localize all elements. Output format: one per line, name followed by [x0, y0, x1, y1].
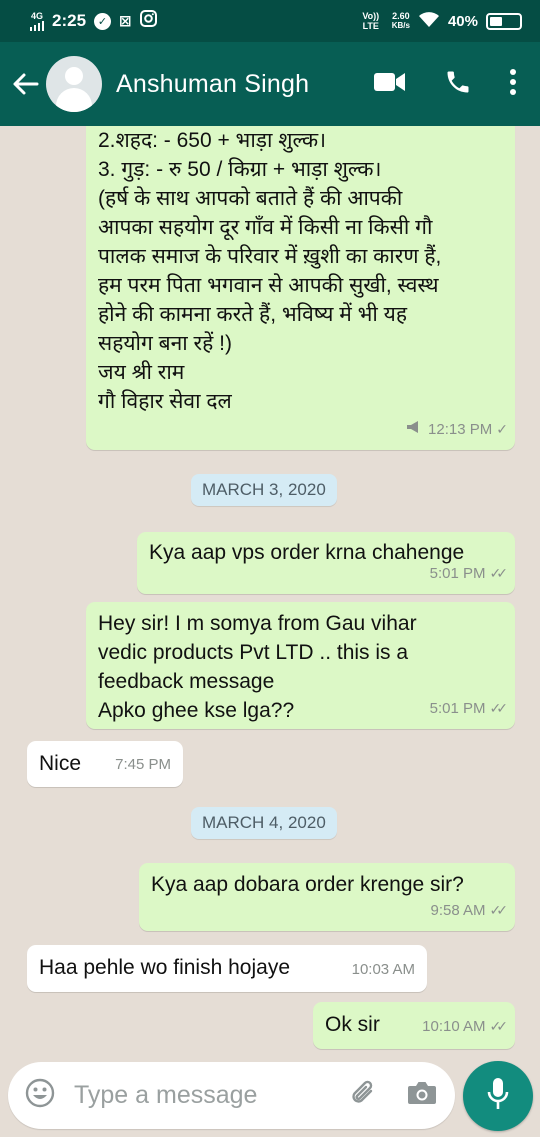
message-time: 9:58 AM: [430, 902, 486, 919]
double-check-icon: ✓✓: [489, 700, 509, 716]
back-arrow-icon[interactable]: [10, 72, 40, 96]
voice-call-icon[interactable]: [444, 68, 472, 101]
message-bubble-outgoing[interactable]: 2.शहद: - 650 + भाड़ा शुल्क। 3. गुड़: - र…: [86, 126, 515, 450]
battery-icon: [486, 12, 522, 30]
message-bubble-outgoing[interactable]: Kya aap vps order krna chahenge 5:01 PM …: [137, 532, 515, 594]
camera-icon[interactable]: [407, 1080, 437, 1111]
message-bubble-incoming[interactable]: Nice 7:45 PM: [27, 741, 183, 787]
more-options-icon[interactable]: [510, 68, 516, 100]
sent-check-icon: ✓: [496, 421, 508, 437]
volte-indicator: Vo)) LTE: [362, 11, 380, 31]
network-speed: 2.60 KB/s: [392, 11, 410, 31]
double-check-icon: ✓✓: [489, 1018, 509, 1034]
date-separator: MARCH 3, 2020: [191, 474, 337, 506]
contact-avatar[interactable]: [46, 56, 102, 112]
sim-icon: ⊠: [119, 13, 132, 30]
microphone-icon: [486, 1077, 510, 1116]
message-time: 7:45 PM: [115, 756, 171, 773]
double-check-icon: ✓✓: [489, 565, 509, 581]
message-time: 5:01 PM: [429, 700, 486, 717]
message-composer: Type a message: [0, 1056, 540, 1137]
message-time: 5:01 PM: [429, 565, 486, 582]
message-text: Kya aap dobara order krenge sir?: [151, 873, 464, 896]
battery-percent: 40%: [447, 12, 478, 30]
status-bar: 4G 2:25 ✓ ⊠ Vo)) LTE 2.60 KB/s 40%: [0, 0, 540, 42]
message-bubble-outgoing[interactable]: Hey sir! I m somya from Gau vihar vedic …: [86, 602, 515, 729]
instagram-icon: [139, 10, 157, 32]
signal-icon: 4G: [30, 10, 44, 31]
message-time: 10:10 AM: [422, 1018, 486, 1035]
message-text: 2.शहद: - 650 + भाड़ा शुल्क। 3. गुड़: - र…: [98, 129, 442, 413]
network-speed-unit: KB/s: [391, 21, 410, 30]
network-type: 4G: [30, 10, 43, 21]
whatsapp-notification-icon: ✓: [94, 12, 112, 30]
date-separator: MARCH 4, 2020: [191, 807, 337, 839]
network-speed-value: 2.60: [392, 11, 410, 21]
broadcast-icon: [406, 415, 424, 444]
chat-messages[interactable]: 2.शहद: - 650 + भाड़ा शुल्क। 3. गुड़: - र…: [0, 126, 540, 1056]
message-bubble-outgoing[interactable]: Kya aap dobara order krenge sir? 9:58 AM…: [139, 863, 515, 931]
voice-record-button[interactable]: [463, 1061, 533, 1131]
contact-name[interactable]: Anshuman Singh: [116, 70, 309, 99]
double-check-icon: ✓✓: [489, 902, 509, 918]
message-placeholder: Type a message: [74, 1081, 258, 1109]
video-call-icon[interactable]: [374, 71, 406, 98]
message-time: 10:03 AM: [351, 961, 415, 978]
status-time: 2:25: [52, 11, 87, 30]
message-bubble-incoming[interactable]: Haa pehle wo finish hojaye 10:03 AM: [27, 945, 427, 992]
message-input[interactable]: Type a message: [8, 1062, 455, 1129]
message-bubble-outgoing[interactable]: Ok sir 10:10 AM ✓✓: [313, 1002, 515, 1049]
emoji-icon[interactable]: [24, 1077, 56, 1114]
wifi-icon: [418, 11, 440, 32]
message-time: 12:13 PM: [428, 421, 493, 438]
attachment-icon[interactable]: [349, 1078, 379, 1113]
chat-header: Anshuman Singh: [0, 42, 540, 126]
